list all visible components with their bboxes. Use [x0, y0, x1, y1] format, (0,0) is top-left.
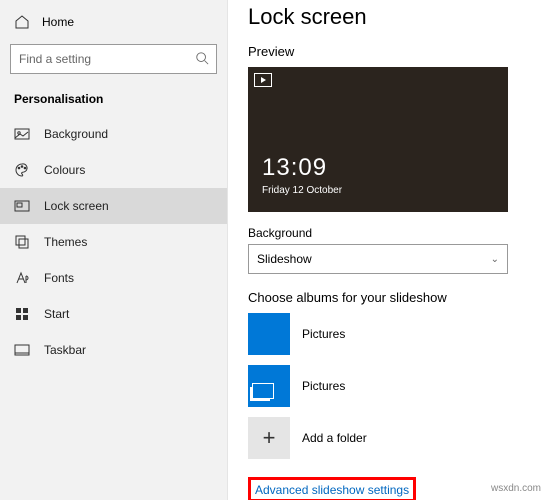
- watermark: wsxdn.com: [491, 483, 541, 494]
- home-label: Home: [42, 15, 74, 29]
- sidebar-item-label: Background: [44, 127, 108, 141]
- add-folder-label: Add a folder: [302, 431, 367, 445]
- background-label: Background: [248, 226, 527, 240]
- background-select[interactable]: Slideshow ⌄: [248, 244, 508, 274]
- sidebar-item-background[interactable]: Background: [0, 116, 227, 152]
- sidebar-item-themes[interactable]: Themes: [0, 224, 227, 260]
- background-value: Slideshow: [257, 252, 312, 266]
- main-content: Lock screen Preview 13:09 Friday 12 Octo…: [228, 0, 547, 500]
- sidebar-item-label: Colours: [44, 163, 85, 177]
- sidebar-item-label: Taskbar: [44, 343, 86, 357]
- album-row[interactable]: Pictures: [248, 365, 527, 407]
- sidebar-item-start[interactable]: Start: [0, 296, 227, 332]
- lock-screen-icon: [14, 198, 30, 214]
- preview-date: Friday 12 October: [262, 185, 342, 196]
- start-icon: [14, 306, 30, 322]
- themes-icon: [14, 234, 30, 250]
- sidebar-item-label: Start: [44, 307, 69, 321]
- search-icon: [195, 51, 209, 68]
- palette-icon: [14, 162, 30, 178]
- home-button[interactable]: Home: [0, 8, 227, 36]
- sidebar-item-label: Fonts: [44, 271, 74, 285]
- fonts-icon: [14, 270, 30, 286]
- highlighted-link-box: Advanced slideshow settings: [248, 477, 416, 500]
- sidebar: Home Personalisation Background Colours …: [0, 0, 228, 500]
- add-folder-button[interactable]: +: [248, 417, 290, 459]
- sidebar-item-fonts[interactable]: Fonts: [0, 260, 227, 296]
- preview-clock: 13:09: [262, 154, 327, 182]
- home-icon: [14, 14, 30, 30]
- preview-heading: Preview: [248, 44, 527, 59]
- album-label: Pictures: [302, 379, 345, 393]
- chevron-down-icon: ⌄: [491, 254, 499, 265]
- page-title: Lock screen: [248, 4, 527, 30]
- picture-icon: [14, 126, 30, 142]
- add-folder-row[interactable]: + Add a folder: [248, 417, 527, 459]
- section-title: Personalisation: [0, 86, 227, 116]
- search-input[interactable]: [10, 44, 217, 74]
- search-wrap: [10, 44, 217, 74]
- sidebar-item-lock-screen[interactable]: Lock screen: [0, 188, 227, 224]
- taskbar-icon: [14, 342, 30, 358]
- lock-screen-preview: 13:09 Friday 12 October: [248, 67, 508, 212]
- album-row[interactable]: Pictures: [248, 313, 527, 355]
- sidebar-item-label: Lock screen: [44, 199, 109, 213]
- sidebar-item-label: Themes: [44, 235, 87, 249]
- slideshow-icon: [254, 73, 272, 87]
- sidebar-item-taskbar[interactable]: Taskbar: [0, 332, 227, 368]
- album-tile[interactable]: [248, 313, 290, 355]
- album-tile[interactable]: [248, 365, 290, 407]
- sidebar-item-colours[interactable]: Colours: [0, 152, 227, 188]
- album-label: Pictures: [302, 327, 345, 341]
- albums-heading: Choose albums for your slideshow: [248, 290, 527, 305]
- advanced-slideshow-link[interactable]: Advanced slideshow settings: [255, 483, 409, 497]
